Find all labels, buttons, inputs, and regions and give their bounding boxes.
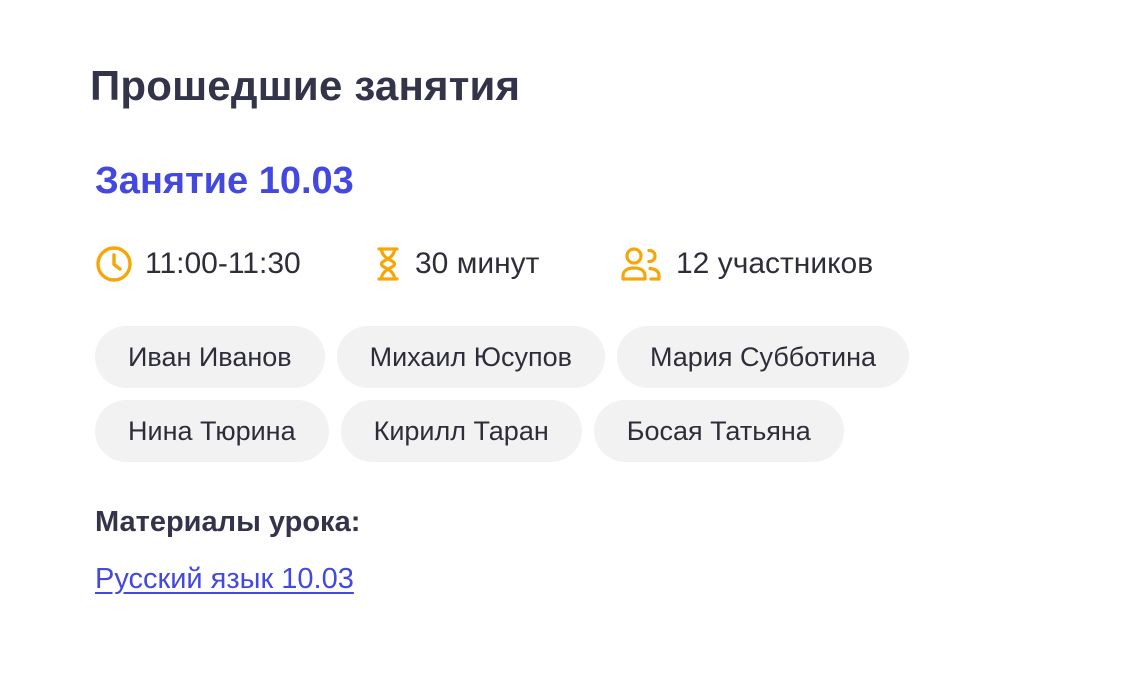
hourglass-icon: [375, 245, 401, 283]
participant-row: Иван Иванов Михаил Юсупов Мария Субботин…: [95, 326, 995, 388]
lesson-time-value: 11:00-11:30: [145, 247, 301, 280]
users-icon: [620, 245, 662, 283]
participant-chip[interactable]: Босая Татьяна: [593, 400, 844, 462]
lesson-title-link[interactable]: Занятие 10.03: [95, 160, 354, 203]
participant-list: Иван Иванов Михаил Юсупов Мария Субботин…: [95, 326, 995, 474]
lesson-participants: 12 участников: [620, 245, 873, 283]
participant-chip[interactable]: Мария Субботина: [617, 326, 910, 388]
lesson-duration: 30 минут: [375, 245, 620, 283]
past-lessons-page: Прошедшие занятия Занятие 10.03 11:00-11…: [0, 0, 1142, 677]
participant-chip[interactable]: Кирилл Таран: [340, 400, 582, 462]
participant-chip[interactable]: Михаил Юсупов: [336, 326, 605, 388]
lesson-time: 11:00-11:30: [95, 245, 375, 283]
lesson-duration-value: 30 минут: [415, 247, 540, 280]
lesson-participants-value: 12 участников: [676, 247, 874, 280]
lesson-meta: 11:00-11:30 30 минут 12 участников: [95, 244, 873, 284]
clock-icon: [95, 245, 133, 283]
materials-label: Материалы урока:: [95, 506, 361, 538]
materials-link[interactable]: Русский язык 10.03: [95, 563, 354, 596]
participant-row: Нина Тюрина Кирилл Таран Босая Татьяна: [95, 400, 995, 462]
participant-chip[interactable]: Иван Иванов: [95, 326, 325, 388]
section-title: Прошедшие занятия: [90, 62, 521, 109]
participant-chip[interactable]: Нина Тюрина: [95, 400, 329, 462]
